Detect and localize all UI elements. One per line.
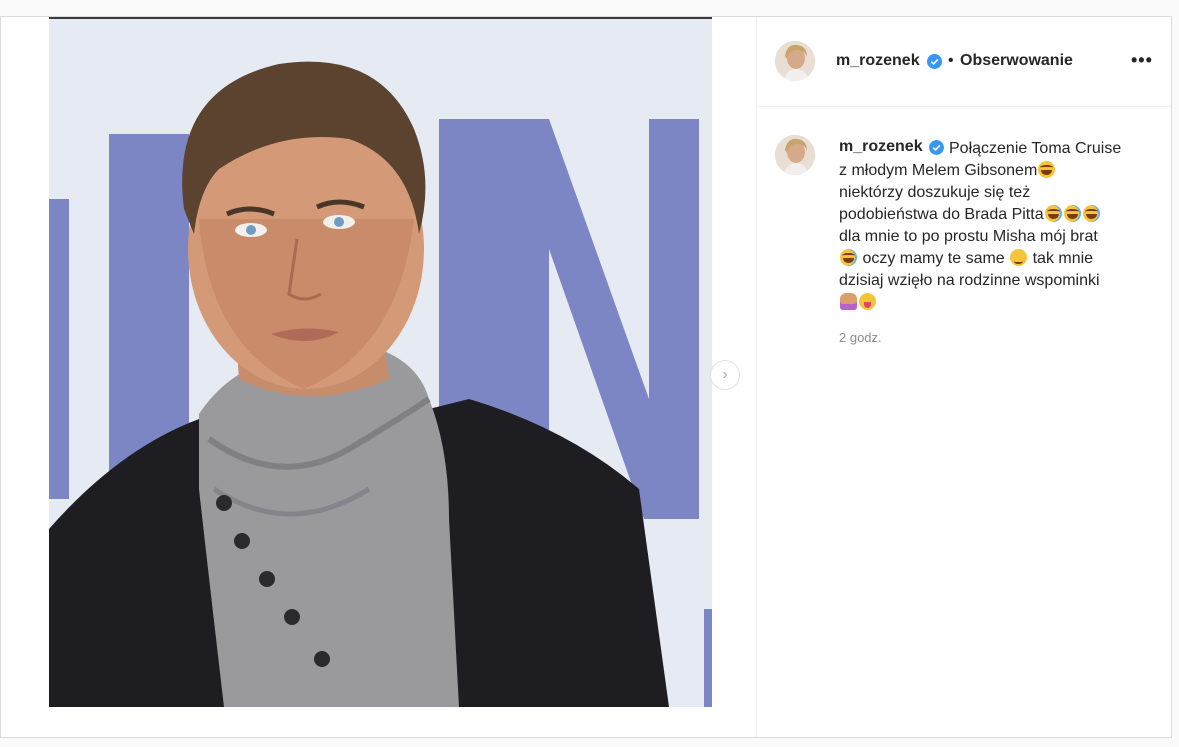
caption-line (839, 292, 1139, 314)
header-separator: • (948, 52, 954, 69)
caption-line-text: dzisiaj wzięło na rodzinne wspominki (839, 272, 1100, 289)
verified-badge-icon (929, 140, 944, 155)
avatar-image (775, 135, 815, 175)
grinning-emoji-icon (1038, 161, 1056, 178)
caption-line-text: podobieństwa do Brada Pitta (839, 206, 1044, 223)
post-photo[interactable] (49, 19, 712, 707)
caption-line: podobieństwa do Brada Pitta (839, 204, 1139, 226)
caption-line: dzisiaj wzięło na rodzinne wspominki (839, 270, 1139, 292)
tears-of-joy-emoji-icon (1063, 205, 1081, 222)
caption-line-text: oczy mamy te same (858, 250, 1010, 267)
caption-text: Połączenie Toma Cruise z młodym Melem Gi… (839, 138, 1139, 314)
caption-line: niektórzy doszukuje się też (839, 182, 1139, 204)
media-pane: › (1, 17, 757, 737)
next-photo-button[interactable]: › (710, 360, 740, 390)
tears-of-joy-emoji-icon (840, 249, 857, 266)
caption-line: dla mnie to po prostu Misha mój brat (839, 226, 1139, 248)
caption-author-username[interactable]: m_rozenek (839, 138, 925, 156)
tears-of-joy-emoji-icon (1082, 205, 1100, 222)
post-header: m_rozenek • Obserwowanie ••• (756, 17, 1171, 107)
author-username[interactable]: m_rozenek (836, 52, 920, 70)
post-sidebar: m_rozenek • Obserwowanie ••• Połączenie … (756, 17, 1172, 737)
caption-line: z młodym Melem Gibsonem (839, 160, 1139, 182)
tears-of-joy-emoji-icon (1044, 205, 1062, 222)
winking-tongue-emoji-icon (859, 293, 876, 310)
sidebar-divider (1171, 106, 1172, 353)
verified-badge-icon (927, 54, 942, 69)
caption-author-avatar[interactable] (775, 135, 815, 175)
person-shrugging-emoji-icon (840, 293, 857, 310)
chevron-right-icon: › (722, 366, 728, 383)
author-avatar[interactable] (775, 41, 815, 81)
caption-line: oczy mamy te same tak mnie (839, 248, 1139, 270)
caption-line-text: niektórzy doszukuje się też (839, 184, 1031, 201)
caption-line-text: tak mnie (1028, 250, 1094, 267)
caption-line-text: z młodym Melem Gibsonem (839, 162, 1038, 179)
avatar-image (775, 41, 815, 81)
caption-line-text: Połączenie Toma Cruise (949, 140, 1122, 157)
post-timestamp[interactable]: 2 godz. (839, 330, 882, 345)
caption-line-text: dla mnie to po prostu Misha mój brat (839, 228, 1098, 245)
post-photo-illustration (49, 19, 712, 707)
more-options-icon[interactable]: ••• (1131, 50, 1153, 71)
following-button[interactable]: Obserwowanie (960, 52, 1073, 70)
post-modal: › m_rozenek • Obserwowanie ••• Połączeni… (0, 16, 1172, 738)
winking-face-emoji-icon (1010, 249, 1028, 266)
